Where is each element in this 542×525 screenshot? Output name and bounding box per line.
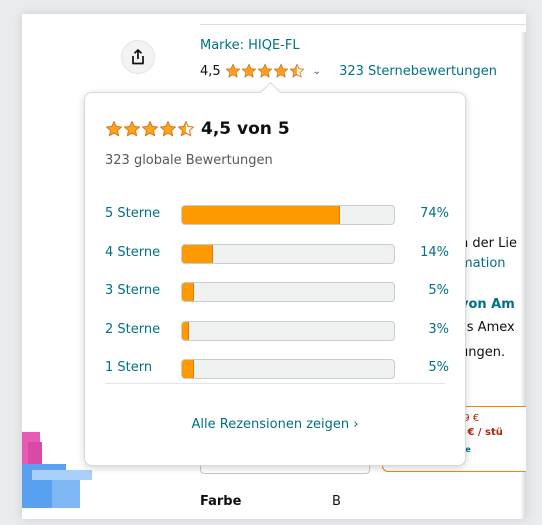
star-icon bbox=[257, 63, 272, 78]
histogram-fill bbox=[182, 322, 190, 340]
global-rating-count: 323 globale Bewertungen bbox=[105, 153, 273, 168]
histogram-label[interactable]: 5 Sterne bbox=[105, 206, 160, 221]
all-reviews-link[interactable]: Alle Rezensionen zeigen › bbox=[85, 417, 465, 432]
rating-count-link[interactable]: 323 Sternebewertungen bbox=[339, 64, 497, 79]
rating-summary[interactable]: 4,5 ⌄ 323 Sternebewertungen bbox=[200, 61, 497, 81]
star-rating bbox=[225, 63, 305, 79]
histogram-bar[interactable] bbox=[181, 321, 395, 341]
histogram-bar[interactable] bbox=[181, 205, 395, 225]
histogram-bar[interactable] bbox=[181, 359, 395, 379]
product-thumbnail[interactable] bbox=[22, 404, 92, 514]
histogram-fill bbox=[182, 206, 340, 224]
histogram-row-1[interactable]: 1 Stern 5% bbox=[105, 359, 449, 379]
color-value: B bbox=[332, 494, 341, 509]
star-icon bbox=[141, 120, 159, 137]
background-text: n der Lie bbox=[460, 236, 517, 251]
histogram-row-5[interactable]: 5 Sterne 74% bbox=[105, 205, 449, 225]
histogram-label[interactable]: 3 Sterne bbox=[105, 283, 160, 298]
star-icon bbox=[177, 120, 195, 137]
star-icon bbox=[159, 120, 177, 137]
star-icon bbox=[225, 63, 240, 78]
histogram-label[interactable]: 2 Sterne bbox=[105, 322, 160, 337]
background-text: ungen. bbox=[460, 345, 506, 360]
star-icon bbox=[273, 63, 288, 78]
star-icon bbox=[289, 63, 304, 78]
background-text: ss Amex bbox=[460, 320, 515, 335]
histogram-row-3[interactable]: 3 Sterne 5% bbox=[105, 282, 449, 302]
histogram-percent[interactable]: 5% bbox=[428, 360, 449, 375]
star-icon bbox=[241, 63, 256, 78]
product-page: Marke: HIQE-FL 4,5 ⌄ 323 Sternebewertung… bbox=[22, 14, 526, 519]
histogram-percent[interactable]: 74% bbox=[420, 206, 449, 221]
histogram-fill bbox=[182, 245, 213, 263]
popover-arrow bbox=[259, 81, 282, 104]
histogram-label[interactable]: 4 Sterne bbox=[105, 245, 160, 260]
histogram-bar[interactable] bbox=[181, 244, 395, 264]
histogram-fill bbox=[182, 360, 194, 378]
histogram-label[interactable]: 1 Stern bbox=[105, 360, 152, 375]
histogram-percent[interactable]: 14% bbox=[420, 245, 449, 260]
brand-link[interactable]: Marke: HIQE-FL bbox=[200, 38, 300, 53]
star-icon bbox=[123, 120, 141, 137]
star-rating bbox=[105, 120, 195, 138]
popover-divider bbox=[105, 383, 445, 384]
share-icon bbox=[132, 49, 144, 65]
rating-text: 4,5 von 5 bbox=[201, 119, 290, 139]
histogram-row-4[interactable]: 4 Sterne 14% bbox=[105, 244, 449, 264]
share-button[interactable] bbox=[121, 40, 155, 74]
background-link[interactable]: mation bbox=[460, 256, 506, 271]
histogram-percent[interactable]: 3% bbox=[428, 322, 449, 337]
popover-header: 4,5 von 5 bbox=[105, 119, 290, 139]
histogram-fill bbox=[182, 283, 194, 301]
histogram-percent[interactable]: 5% bbox=[428, 283, 449, 298]
rating-value: 4,5 bbox=[200, 63, 221, 79]
color-label: Farbe bbox=[200, 494, 242, 509]
histogram-row-2[interactable]: 2 Sterne 3% bbox=[105, 321, 449, 341]
chevron-down-icon[interactable]: ⌄ bbox=[313, 66, 321, 77]
rating-popover: 4,5 von 5 323 globale Bewertungen 5 Ster… bbox=[84, 81, 466, 466]
star-icon bbox=[105, 120, 123, 137]
divider bbox=[200, 24, 526, 25]
histogram-bar[interactable] bbox=[181, 282, 395, 302]
background-link[interactable]: von Am bbox=[460, 297, 515, 312]
